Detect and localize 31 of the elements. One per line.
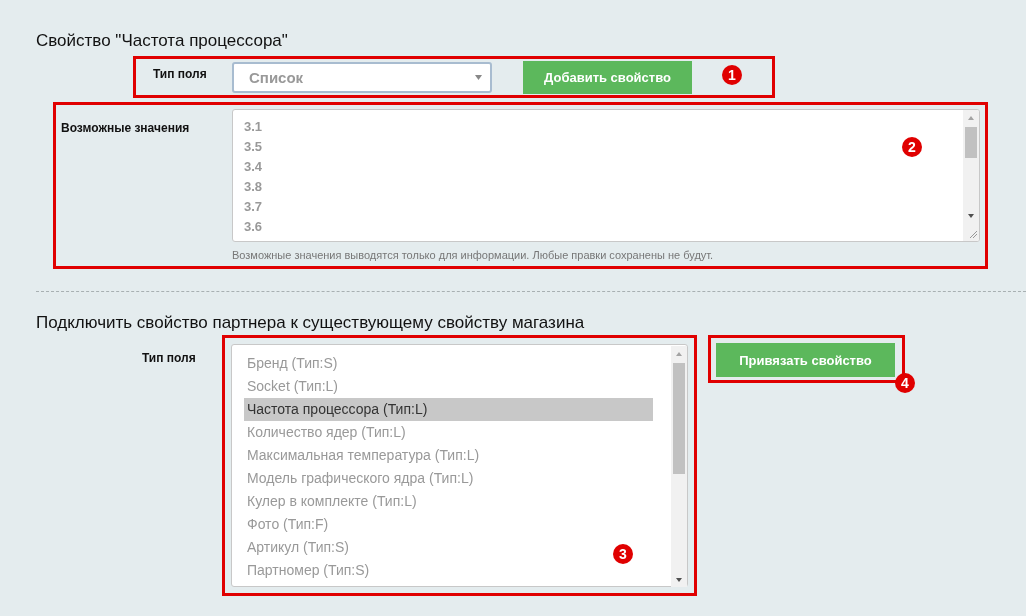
scrollbar-drawing[interactable]: [671, 346, 687, 587]
list-option[interactable]: Частота процессора (Тип:L): [244, 398, 653, 421]
value-line: 3.4: [244, 158, 263, 176]
list-option[interactable]: Количество ядер (Тип:L): [244, 421, 406, 444]
list-option[interactable]: Socket (Тип:L): [244, 375, 339, 398]
field-label: Тип поля: [141, 351, 197, 367]
annotation-badge: 1: [722, 65, 742, 85]
value-line: 3.7: [244, 198, 263, 216]
link-property-button[interactable]: Привязать свойство: [716, 343, 895, 377]
value-line: 3.1: [244, 118, 263, 136]
annotation-badge: 4: [895, 373, 915, 393]
value-line: 3.6: [244, 218, 263, 236]
caret-icon: [475, 74, 482, 80]
scrollbar-drawing[interactable]: [963, 110, 979, 241]
section-title: Подключить свойство партнера к существующему свойству магазина: [36, 312, 586, 334]
value-line: 3.5: [244, 138, 263, 156]
list-option[interactable]: Бренд (Тип:S): [244, 352, 338, 375]
field-label: Тип поля: [153, 67, 208, 81]
list-option[interactable]: Модель графического ядра (Тип:L): [244, 467, 474, 490]
value-line: 3.8: [244, 178, 263, 196]
hint-text: Возможные значения выводятся только для информации. Любые правки сохранены не будут.: [232, 249, 715, 261]
list-option[interactable]: Артикул (Тип:S): [244, 536, 349, 559]
list-option[interactable]: Кулер в комплекте (Тип:L): [244, 490, 417, 513]
list-option[interactable]: Партномер (Тип:S): [244, 559, 370, 582]
field-type-select[interactable]: Список: [232, 61, 492, 93]
list-option[interactable]: Максимальная температура (Тип:L): [244, 444, 480, 467]
add-property-button[interactable]: Добавить свойство: [523, 60, 692, 94]
annotation-badge: 3: [613, 544, 633, 564]
field-label: Возможные значения: [61, 121, 191, 137]
section-title: Свойство "Частота процессора": [36, 30, 289, 52]
list-option[interactable]: Фото (Тип:F): [244, 513, 329, 536]
